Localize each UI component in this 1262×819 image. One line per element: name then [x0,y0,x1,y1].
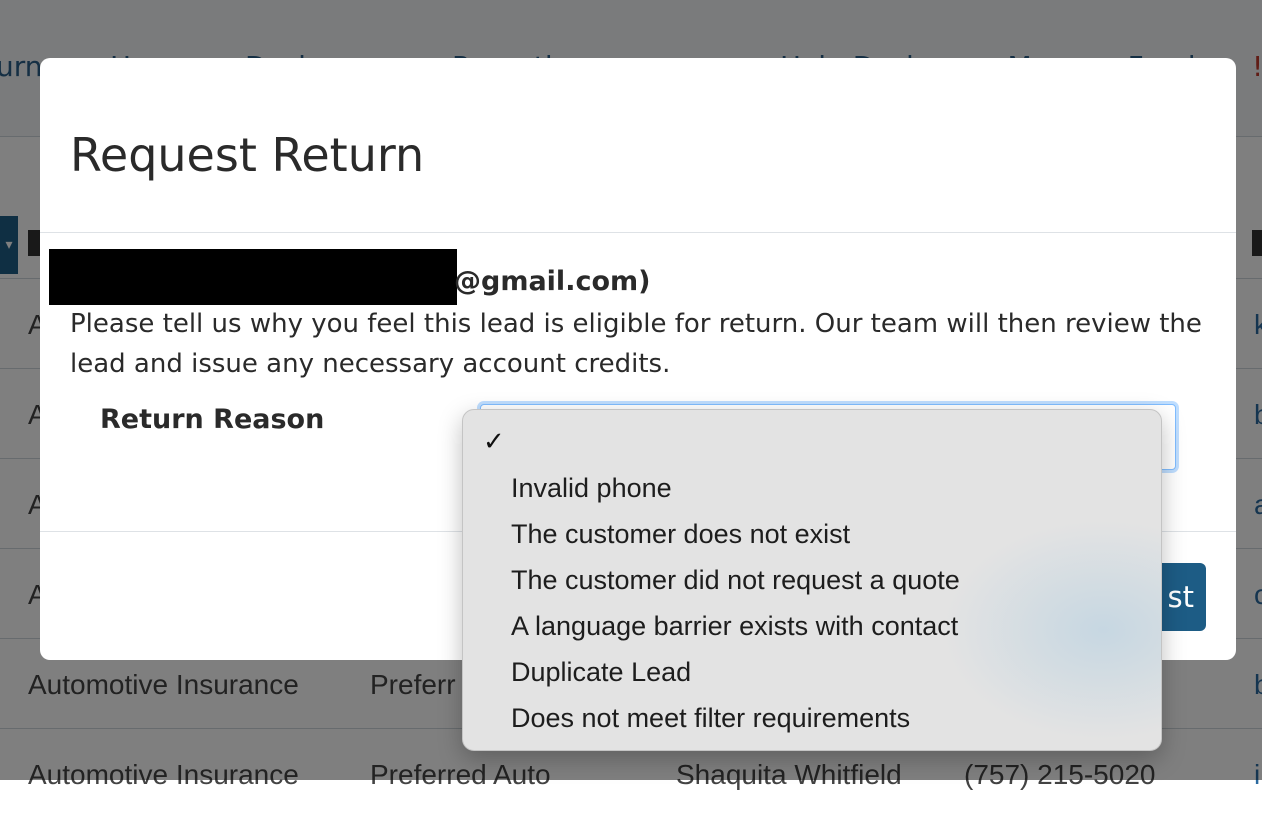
dropdown-option-invalid-phone[interactable]: Invalid phone [511,473,672,504]
modal-title: Request Return [70,128,425,182]
dropdown-option-duplicate-lead[interactable]: Duplicate Lead [511,657,691,688]
dropdown-option-filter-requirements[interactable]: Does not meet filter requirements [511,703,910,734]
return-reason-dropdown-menu: ✓ Invalid phone The customer does not ex… [462,409,1162,751]
modal-header: Request Return [40,58,1236,233]
dropdown-option-language-barrier[interactable]: A language barrier exists with contact [511,611,958,642]
redacted-lead-name [49,249,457,305]
checkmark-icon: ✓ [483,426,505,456]
dropdown-option-did-not-request-quote[interactable]: The customer did not request a quote [511,565,960,596]
screen-glare [943,520,1161,740]
dropdown-option-customer-does-not-exist[interactable]: The customer does not exist [511,519,850,550]
lead-email: @gmail.com) [454,266,651,297]
modal-intro-text: Please tell us why you feel this lead is… [70,309,1202,379]
return-reason-label: Return Reason [100,404,325,435]
